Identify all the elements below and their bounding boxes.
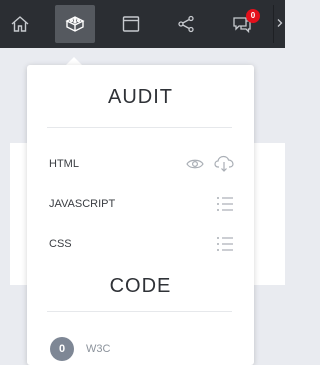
list-icon[interactable] <box>216 195 234 213</box>
w3c-validation-item[interactable]: 0 W3C <box>50 337 110 361</box>
code-blocks-icon <box>64 14 86 34</box>
audit-row-label: CSS <box>49 238 72 250</box>
audit-row-label: JAVASCRIPT <box>49 198 116 210</box>
audit-row-html[interactable]: HTML <box>49 153 234 175</box>
comments-button[interactable]: 0 <box>222 5 262 43</box>
divider <box>47 311 232 312</box>
cloud-download-icon[interactable] <box>214 155 234 173</box>
top-toolbar: 0 <box>0 0 285 48</box>
w3c-count-badge: 0 <box>50 337 74 361</box>
w3c-label: W3C <box>86 343 111 355</box>
audit-row-css[interactable]: CSS <box>49 233 234 255</box>
audit-row-label: HTML <box>49 158 79 170</box>
divider <box>47 127 232 128</box>
list-icon[interactable] <box>216 235 234 253</box>
code-blocks-button[interactable] <box>55 5 95 43</box>
toolbar-more-button[interactable] <box>273 5 286 43</box>
share-icon <box>176 14 196 34</box>
notification-badge: 0 <box>246 9 260 23</box>
chevron-right-icon <box>276 15 284 33</box>
audit-section-title: AUDIT <box>108 86 173 108</box>
window-button[interactable] <box>111 5 151 43</box>
home-icon <box>10 14 30 34</box>
eye-icon[interactable] <box>186 158 204 170</box>
code-section-title: CODE <box>109 275 172 297</box>
share-button[interactable] <box>166 5 206 43</box>
audit-row-javascript[interactable]: JAVASCRIPT <box>49 193 234 215</box>
window-icon <box>121 14 141 34</box>
background-panel <box>254 143 285 285</box>
home-button[interactable] <box>0 5 40 43</box>
code-dropdown-menu: AUDIT HTML JAVASCRIPT CSS CODE 0 W3C <box>27 65 254 365</box>
